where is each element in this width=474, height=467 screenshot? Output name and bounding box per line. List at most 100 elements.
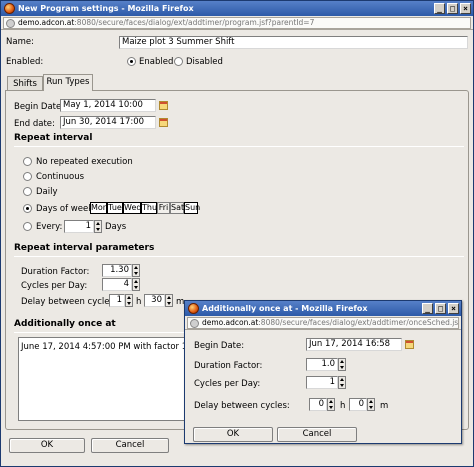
popup-begin-date-label: Begin Date: (194, 341, 245, 351)
popup-cycles-per-day-spinner[interactable] (338, 376, 346, 389)
main-url-bar: demo.adcon.at:8080/secure/faces/dialog/e… (1, 16, 473, 30)
close-button[interactable]: × (460, 3, 471, 14)
name-input[interactable]: Maize plot 3 Summer Shift (119, 36, 468, 49)
delay-hours-spinner[interactable] (125, 294, 133, 307)
repeat-interval-title: Repeat interval (14, 133, 93, 143)
repeat-radio-days-of-week[interactable] (23, 204, 32, 213)
divider (14, 332, 189, 333)
main-url-field[interactable]: demo.adcon.at:8080/secure/faces/dialog/e… (3, 17, 471, 29)
weekday-mon[interactable]: Mon (90, 202, 108, 214)
delay-minutes-spinner[interactable] (165, 294, 173, 307)
main-url-host: demo.adcon.at (18, 18, 75, 27)
divider (14, 146, 464, 147)
popup-url-bar: demo.adcon.at:8080/secure/faces/dialog/e… (185, 316, 461, 330)
delay-hours-unit: h (136, 297, 142, 307)
main-titlebar[interactable]: New Program settings - Mozilla Firefox _… (1, 1, 473, 16)
begin-date-input[interactable]: May 1, 2014 10:00 (60, 99, 156, 112)
every-days-spinner[interactable] (94, 220, 102, 233)
calendar-icon[interactable] (159, 118, 168, 127)
popup-titlebar[interactable]: Additionally once at - Mozilla Firefox _… (185, 301, 461, 316)
popup-window-title: Additionally once at - Mozilla Firefox (202, 304, 368, 313)
disabled-option-label: Disabled (186, 57, 223, 67)
once-title: Additionally once at (14, 319, 116, 329)
popup-delay-minutes-spinner[interactable] (367, 398, 375, 411)
weekday-wed[interactable]: Wed (123, 202, 141, 214)
repeat-label-daily: Daily (36, 187, 58, 197)
delay-minutes-input[interactable]: 30 (144, 294, 165, 307)
weekday-fri[interactable]: Fri (157, 202, 170, 214)
firefox-icon (188, 303, 199, 314)
once-list[interactable]: June 17, 2014 4:57:00 PM with factor 1 (18, 337, 188, 421)
repeat-radio-continuous[interactable] (23, 172, 32, 181)
main-window-title: New Program settings - Mozilla Firefox (18, 4, 194, 13)
delay-between-cycles-label: Delay between cycles: (21, 297, 117, 307)
popup-url-host: demo.adcon.at (202, 318, 259, 327)
popup-delay-hours-unit: h (340, 401, 346, 411)
disabled-radio[interactable] (174, 57, 183, 66)
popup-window: Additionally once at - Mozilla Firefox _… (184, 300, 462, 444)
maximize-button[interactable]: □ (435, 303, 446, 314)
repeat-label-continuous: Continuous (36, 172, 85, 182)
globe-icon (6, 19, 15, 28)
popup-delay-hours-spinner[interactable] (327, 398, 335, 411)
maximize-button[interactable]: □ (447, 3, 458, 14)
popup-cancel-button[interactable]: Cancel (277, 427, 357, 442)
cycles-per-day-input[interactable]: 4 (102, 278, 132, 291)
weekday-sun[interactable]: Sun (184, 202, 200, 214)
popup-delay-between-cycles-label: Delay between cycles: (194, 401, 290, 411)
weekday-sat[interactable]: Sat (170, 202, 184, 214)
enabled-radio[interactable] (127, 57, 136, 66)
firefox-icon (4, 3, 15, 14)
popup-duration-factor-spinner[interactable] (338, 358, 346, 371)
globe-icon (190, 319, 199, 328)
cancel-button[interactable]: Cancel (91, 438, 169, 453)
enabled-option-label: Enabled (139, 57, 174, 67)
duration-factor-spinner[interactable] (132, 264, 140, 277)
weekday-tue[interactable]: Tue (107, 202, 123, 214)
duration-factor-label: Duration Factor: (21, 267, 90, 277)
weekday-thu[interactable]: Thu (141, 202, 157, 214)
ok-button[interactable]: OK (9, 438, 85, 453)
delay-hours-input[interactable]: 1 (109, 294, 125, 307)
popup-duration-factor-label: Duration Factor: (194, 361, 263, 371)
calendar-icon[interactable] (405, 340, 414, 349)
tab-shifts[interactable]: Shifts (7, 76, 43, 91)
repeat-radio-daily[interactable] (23, 187, 32, 196)
close-button[interactable]: × (448, 303, 459, 314)
tab-shifts-label: Shifts (13, 79, 37, 89)
list-item[interactable]: June 17, 2014 4:57:00 PM with factor 1 (21, 342, 187, 352)
popup-url-path: :8080/secure/faces/dialog/ext/addtimer/o… (258, 318, 459, 327)
popup-cycles-per-day-input[interactable]: 1 (306, 376, 338, 389)
begin-date-label: Begin Date: (14, 102, 65, 112)
popup-delay-minutes-unit: m (380, 401, 389, 411)
divider (14, 256, 464, 257)
repeat-radio-none[interactable] (23, 157, 32, 166)
main-url-path: :8080/secure/faces/dialog/ext/addtimer/p… (74, 18, 315, 27)
every-unit-label: Days (105, 222, 127, 232)
repeat-label-none: No repeated execution (36, 157, 133, 167)
name-label: Name: (6, 37, 34, 47)
enabled-label: Enabled: (6, 57, 44, 67)
popup-cycles-per-day-label: Cycles per Day: (194, 379, 261, 389)
calendar-icon[interactable] (159, 101, 168, 110)
popup-delay-hours-input[interactable]: 0 (309, 398, 327, 411)
duration-factor-input[interactable]: 1.30 (102, 264, 132, 277)
repeat-radio-every[interactable] (23, 222, 32, 231)
popup-delay-minutes-input[interactable]: 0 (349, 398, 367, 411)
cycles-per-day-spinner[interactable] (132, 278, 140, 291)
end-date-input[interactable]: Jun 30, 2014 17:00 (60, 116, 156, 129)
minimize-button[interactable]: _ (434, 3, 445, 14)
cycles-per-day-label: Cycles per Day: (21, 281, 88, 291)
popup-duration-factor-input[interactable]: 1.0 (306, 358, 338, 371)
tab-run-types-label: Run Types (46, 77, 90, 87)
popup-ok-button[interactable]: OK (193, 427, 273, 442)
repeat-label-every: Every: (36, 222, 63, 232)
every-days-input[interactable]: 1 (64, 220, 94, 233)
weekday-selector: Mon Tue Wed Thu Fri Sat Sun (90, 202, 200, 214)
minimize-button[interactable]: _ (422, 303, 433, 314)
popup-begin-date-input[interactable]: Jun 17, 2014 16:58 (306, 338, 402, 351)
tab-run-types[interactable]: Run Types (43, 74, 93, 91)
repeat-label-days-of-week: Days of week: (36, 204, 97, 214)
params-title: Repeat interval parameters (14, 243, 155, 253)
popup-url-field[interactable]: demo.adcon.at:8080/secure/faces/dialog/e… (187, 317, 459, 329)
